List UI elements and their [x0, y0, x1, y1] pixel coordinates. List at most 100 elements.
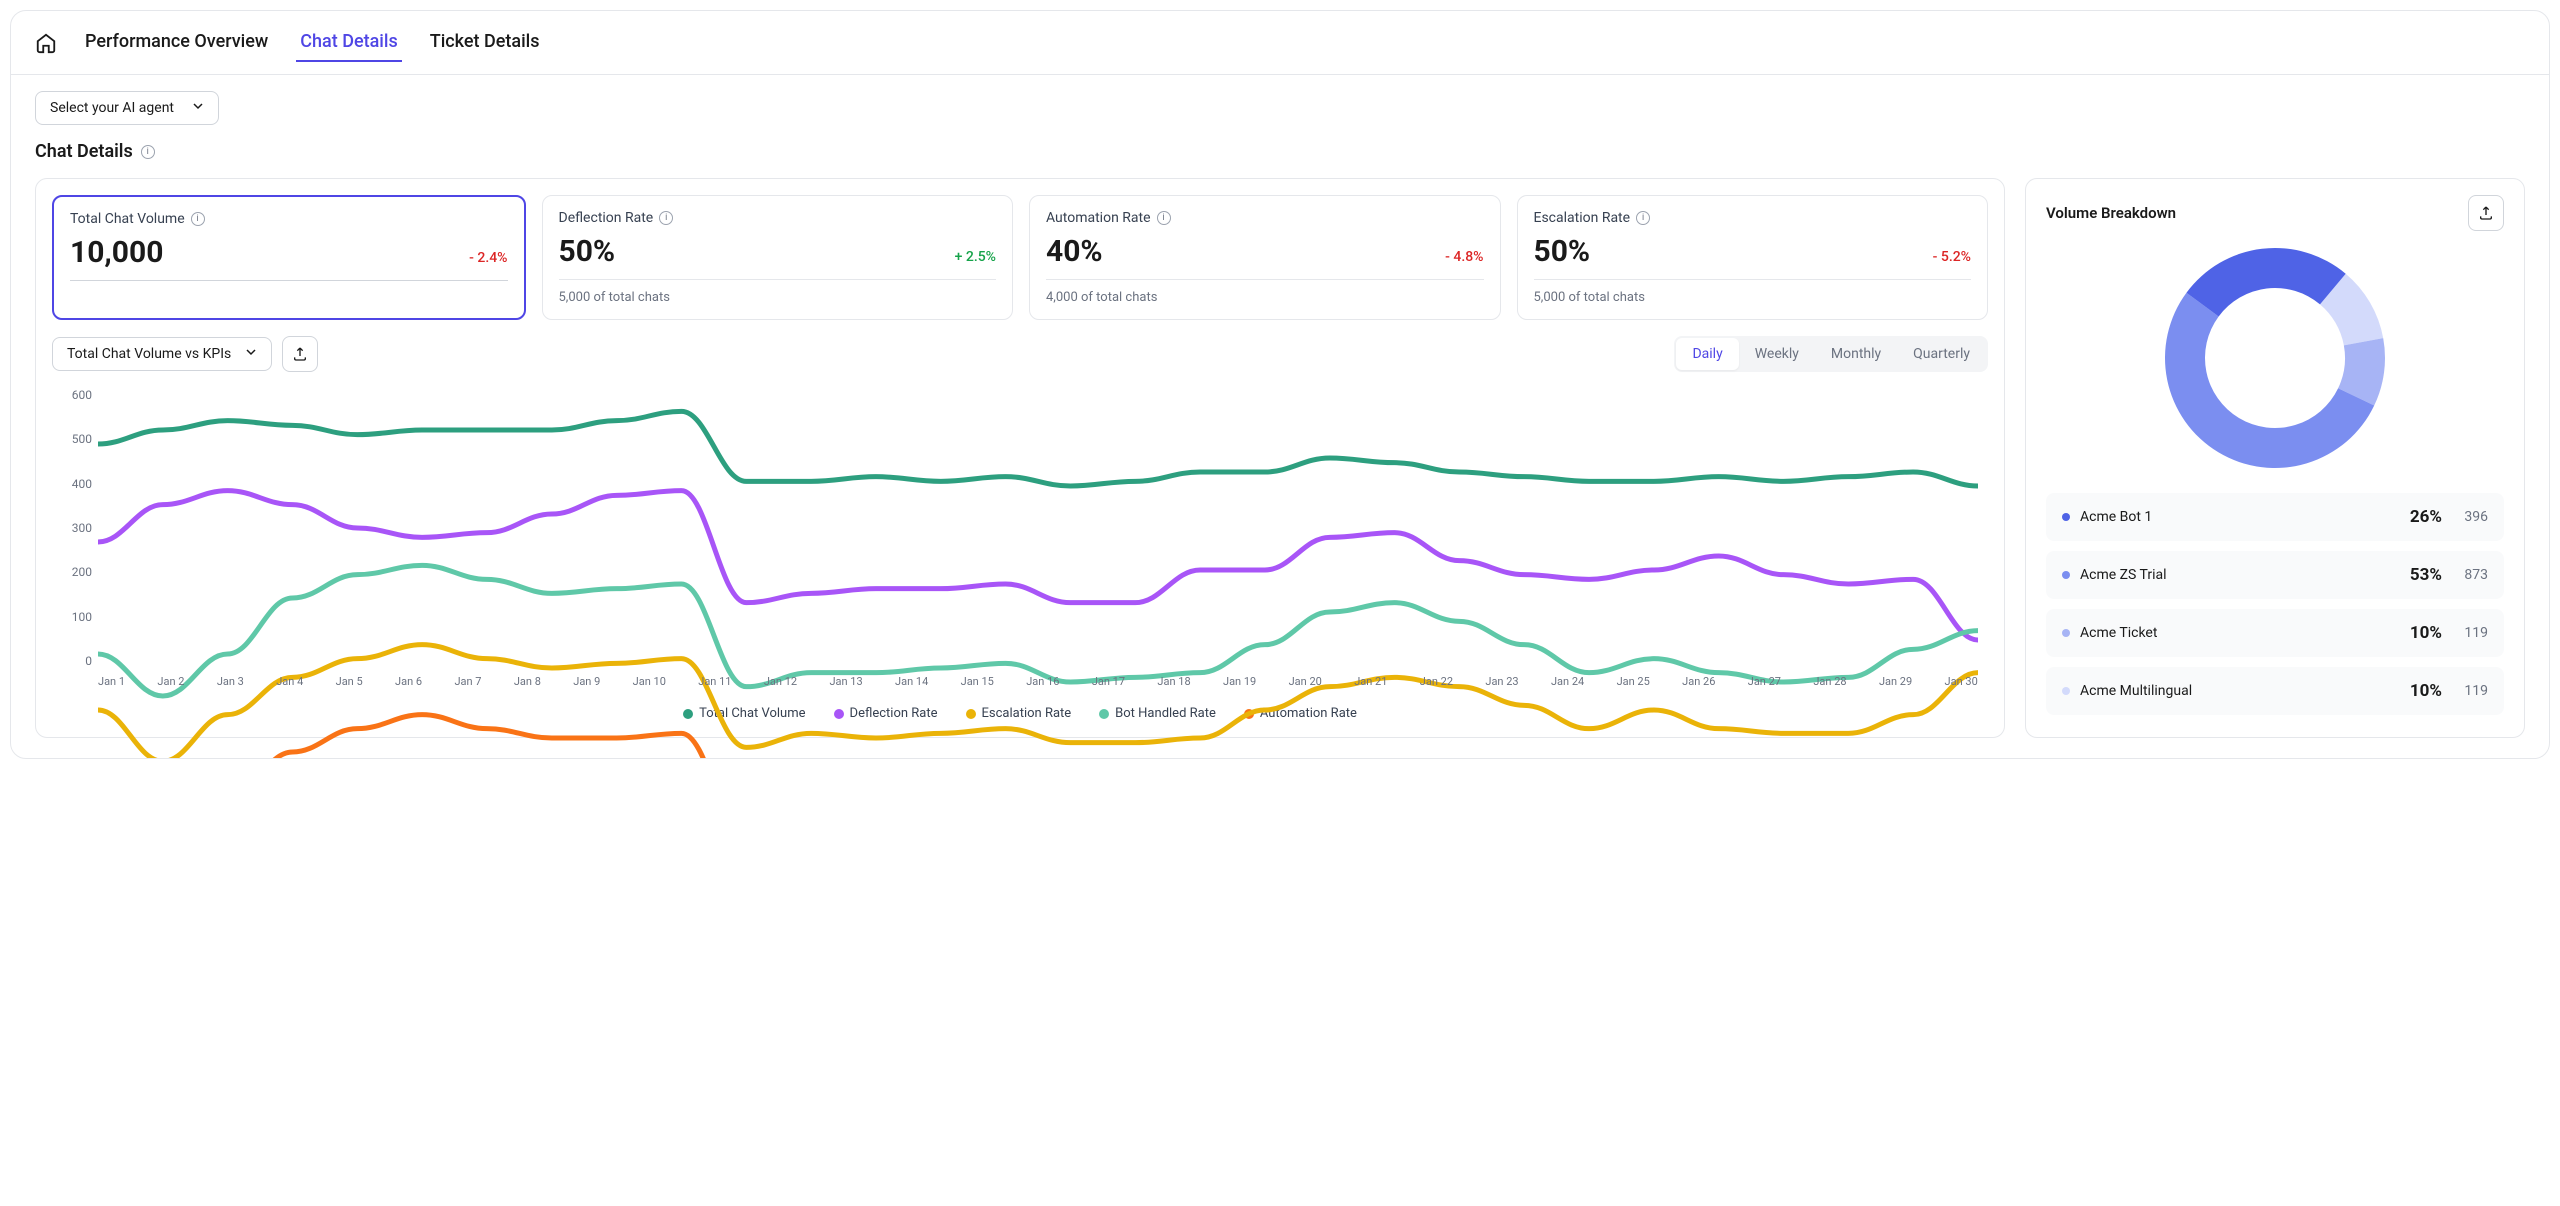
breakdown-item[interactable]: Acme Ticket 10% 119: [2046, 609, 2504, 657]
y-tick: 600: [72, 388, 92, 402]
x-tick: Jan 8: [514, 675, 541, 688]
time-range-option[interactable]: Monthly: [1815, 338, 1897, 370]
x-tick: Jan 6: [395, 675, 422, 688]
breakdown-item[interactable]: Acme Bot 1 26% 396: [2046, 493, 2504, 541]
kpi-value-row: 10,000 - 2.4%: [70, 235, 508, 281]
agent-select[interactable]: Select your AI agent: [35, 91, 219, 125]
y-tick: 100: [72, 610, 92, 624]
breakdown-name: Acme ZS Trial: [2080, 567, 2410, 583]
breakdown-title: Volume Breakdown: [2046, 204, 2176, 222]
x-tick: Jan 20: [1289, 675, 1322, 688]
y-tick: 300: [72, 521, 92, 535]
app-frame: Performance Overview Chat Details Ticket…: [10, 10, 2550, 759]
breakdown-dot: [2062, 571, 2070, 579]
kpi-value-row: 40% - 4.8%: [1046, 234, 1484, 280]
breakdown-item[interactable]: Acme Multilingual 10% 119: [2046, 667, 2504, 715]
home-icon[interactable]: [35, 32, 57, 54]
breakdown-name: Acme Bot 1: [2080, 509, 2410, 525]
y-tick: 400: [72, 477, 92, 491]
kpi-header: Escalation Rate i: [1534, 210, 1972, 226]
breakdown-count: 873: [2456, 567, 2488, 583]
breakdown-count: 119: [2456, 625, 2488, 641]
time-range-option[interactable]: Weekly: [1739, 338, 1815, 370]
chart-series-line: [98, 491, 1978, 640]
main-row: Total Chat Volume i 10,000 - 2.4% Deflec…: [35, 178, 2525, 738]
x-tick: Jan 26: [1682, 675, 1715, 688]
x-tick: Jan 11: [698, 675, 731, 688]
info-icon[interactable]: i: [191, 212, 205, 226]
breakdown-name: Acme Multilingual: [2080, 683, 2410, 699]
export-breakdown-button[interactable]: [2468, 195, 2504, 231]
y-tick: 0: [85, 654, 92, 668]
breakdown-list: Acme Bot 1 26% 396 Acme ZS Trial 53% 873…: [2046, 493, 2504, 715]
x-tick: Jan 29: [1879, 675, 1912, 688]
time-range-option[interactable]: Quarterly: [1897, 338, 1986, 370]
x-tick: Jan 3: [217, 675, 244, 688]
x-tick: Jan 4: [276, 675, 303, 688]
chart-series-line: [98, 645, 1978, 759]
metric-select[interactable]: Total Chat Volume vs KPIs: [52, 337, 272, 371]
breakdown-percent: 10%: [2410, 681, 2442, 701]
breakdown-dot: [2062, 513, 2070, 521]
kpi-card[interactable]: Automation Rate i 40% - 4.8% 4,000 of to…: [1029, 195, 1501, 320]
x-tick: Jan 17: [1092, 675, 1125, 688]
x-tick: Jan 25: [1617, 675, 1650, 688]
tab-performance-overview[interactable]: Performance Overview: [81, 23, 272, 62]
x-tick: Jan 14: [895, 675, 928, 688]
info-icon[interactable]: i: [1636, 211, 1650, 225]
time-range-toggle: DailyWeeklyMonthlyQuarterly: [1674, 336, 1988, 372]
x-tick: Jan 13: [829, 675, 862, 688]
tab-chat-details[interactable]: Chat Details: [296, 23, 401, 62]
export-chart-button[interactable]: [282, 336, 318, 372]
chevron-down-icon: [192, 100, 204, 116]
breakdown-dot: [2062, 687, 2070, 695]
kpi-subtext: 5,000 of total chats: [1534, 290, 1972, 305]
breakdown-panel: Volume Breakdown Acme Bot 1 26% 396 Acme…: [2025, 178, 2525, 738]
kpi-change: - 2.4%: [469, 250, 507, 266]
info-icon[interactable]: i: [1157, 211, 1171, 225]
kpi-change: + 2.5%: [955, 249, 996, 265]
kpi-value-row: 50% - 5.2%: [1534, 234, 1972, 280]
kpi-label: Deflection Rate: [559, 210, 654, 226]
y-axis: 6005004003002001000: [52, 388, 92, 668]
x-axis: Jan 1Jan 2Jan 3Jan 4Jan 5Jan 6Jan 7Jan 8…: [98, 675, 1978, 688]
kpi-change: - 5.2%: [1933, 249, 1971, 265]
chevron-down-icon: [245, 346, 257, 362]
x-tick: Jan 15: [961, 675, 994, 688]
breakdown-item[interactable]: Acme ZS Trial 53% 873: [2046, 551, 2504, 599]
kpi-card[interactable]: Total Chat Volume i 10,000 - 2.4%: [52, 195, 526, 320]
kpi-value: 40%: [1046, 234, 1103, 269]
x-tick: Jan 10: [633, 675, 666, 688]
x-tick: Jan 23: [1485, 675, 1518, 688]
header: Performance Overview Chat Details Ticket…: [11, 11, 2549, 75]
kpi-header: Deflection Rate i: [559, 210, 997, 226]
chart-controls-left: Total Chat Volume vs KPIs: [52, 336, 318, 372]
x-tick: Jan 27: [1748, 675, 1781, 688]
kpi-value-row: 50% + 2.5%: [559, 234, 997, 280]
breakdown-percent: 10%: [2410, 623, 2442, 643]
time-range-option[interactable]: Daily: [1676, 338, 1738, 370]
info-icon[interactable]: i: [141, 145, 155, 159]
kpi-card[interactable]: Deflection Rate i 50% + 2.5% 5,000 of to…: [542, 195, 1014, 320]
plot-area: [98, 388, 1978, 759]
kpi-value: 50%: [559, 234, 616, 269]
x-tick: Jan 5: [336, 675, 363, 688]
y-tick: 500: [72, 432, 92, 446]
kpi-label: Total Chat Volume: [70, 211, 185, 227]
breakdown-dot: [2062, 629, 2070, 637]
breakdown-name: Acme Ticket: [2080, 625, 2410, 641]
kpi-header: Automation Rate i: [1046, 210, 1484, 226]
x-tick: Jan 9: [573, 675, 600, 688]
x-tick: Jan 22: [1420, 675, 1453, 688]
breakdown-percent: 26%: [2410, 507, 2442, 527]
agent-select-label: Select your AI agent: [50, 100, 174, 116]
kpi-card[interactable]: Escalation Rate i 50% - 5.2% 5,000 of to…: [1517, 195, 1989, 320]
x-tick: Jan 1: [98, 675, 125, 688]
donut-chart: [2046, 243, 2504, 473]
tab-ticket-details[interactable]: Ticket Details: [426, 23, 544, 62]
left-panel: Total Chat Volume i 10,000 - 2.4% Deflec…: [35, 178, 2005, 738]
donut-segment[interactable]: [2186, 248, 2345, 316]
x-tick: Jan 12: [764, 675, 797, 688]
breakdown-percent: 53%: [2410, 565, 2442, 585]
info-icon[interactable]: i: [659, 211, 673, 225]
